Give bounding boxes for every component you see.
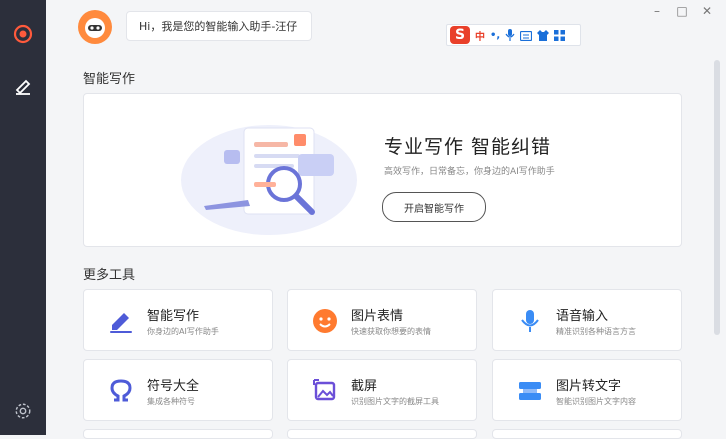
- writing-illustration: [181, 125, 357, 235]
- toolbox-icon[interactable]: [554, 26, 566, 45]
- omega-icon: [106, 376, 136, 406]
- minimize-button[interactable]: –: [650, 4, 664, 18]
- start-smart-writing-button[interactable]: 开启智能写作: [382, 192, 486, 222]
- tool-title: 智能写作: [147, 309, 200, 324]
- tool-desc: 智能识别图片文字内容: [556, 397, 636, 406]
- tool-card-partial[interactable]: [492, 429, 682, 439]
- smart-writing-banner: 专业写作 智能纠错 高效写作，日常备忘，你身边的AI写作助手 开启智能写作: [83, 93, 682, 247]
- skin-icon[interactable]: [537, 26, 550, 45]
- top-bar: Hi，我是您的智能输入助手-汪仔 S 中 •, – □ ✕: [46, 0, 726, 52]
- image-to-text-icon: [515, 376, 545, 406]
- tool-card-image-emoji[interactable]: 图片表情 快速获取你想要的表情: [287, 289, 477, 351]
- mic-icon[interactable]: [505, 26, 515, 45]
- tool-card-voice-input[interactable]: 语音输入 精准识别各种语言方言: [492, 289, 682, 351]
- section-title-smart-writing: 智能写作: [83, 72, 136, 87]
- mascot-icon: [85, 18, 105, 38]
- tool-title: 图片表情: [351, 309, 404, 324]
- microphone-icon: [515, 306, 545, 336]
- main-panel: Hi，我是您的智能输入助手-汪仔 S 中 •, – □ ✕ 智能写作 专业写作 …: [46, 0, 726, 439]
- banner-title: 专业写作 智能纠错: [384, 136, 552, 158]
- settings-icon[interactable]: [9, 397, 37, 425]
- maximize-button[interactable]: □: [675, 4, 689, 18]
- tool-title: 语音输入: [556, 309, 609, 324]
- tool-title: 符号大全: [147, 379, 200, 394]
- tool-desc: 快速获取你想要的表情: [351, 327, 431, 336]
- tool-card-smart-writing[interactable]: 智能写作 你身边的AI写作助手: [83, 289, 273, 351]
- tool-card-symbols[interactable]: 符号大全 集成各种符号: [83, 359, 273, 421]
- ime-mode-toggle[interactable]: 中: [475, 28, 485, 43]
- tool-card-screenshot[interactable]: 截屏 识别图片文字的截屏工具: [287, 359, 477, 421]
- pen-nav-icon[interactable]: [9, 72, 37, 100]
- tool-title: 图片转文字: [556, 379, 622, 394]
- vertical-scrollbar[interactable]: [714, 60, 720, 335]
- tool-desc: 识别图片文字的截屏工具: [351, 397, 439, 406]
- close-button[interactable]: ✕: [700, 4, 714, 18]
- section-title-more-tools: 更多工具: [83, 268, 136, 283]
- ime-logo[interactable]: S: [450, 26, 470, 44]
- banner-subtitle: 高效写作，日常备忘，你身边的AI写作助手: [384, 167, 555, 177]
- tool-card-partial[interactable]: [287, 429, 477, 439]
- ime-toolbar: S 中 •,: [446, 24, 581, 46]
- avatar[interactable]: [78, 10, 112, 44]
- target-icon[interactable]: [9, 20, 37, 48]
- pen-icon: [106, 306, 136, 336]
- keyboard-icon[interactable]: [520, 26, 533, 45]
- tool-title: 截屏: [351, 379, 378, 394]
- tool-desc: 你身边的AI写作助手: [147, 327, 219, 336]
- sidebar: [0, 0, 46, 435]
- tool-card-image-to-text[interactable]: 图片转文字 智能识别图片文字内容: [492, 359, 682, 421]
- tool-desc: 集成各种符号: [147, 397, 195, 406]
- tool-desc: 精准识别各种语言方言: [556, 327, 636, 336]
- ime-punct-toggle[interactable]: •,: [490, 30, 500, 41]
- assistant-greeting: Hi，我是您的智能输入助手-汪仔: [126, 11, 312, 41]
- tool-card-partial[interactable]: [83, 429, 273, 439]
- emoji-icon: [310, 306, 340, 336]
- screenshot-icon: [310, 376, 340, 406]
